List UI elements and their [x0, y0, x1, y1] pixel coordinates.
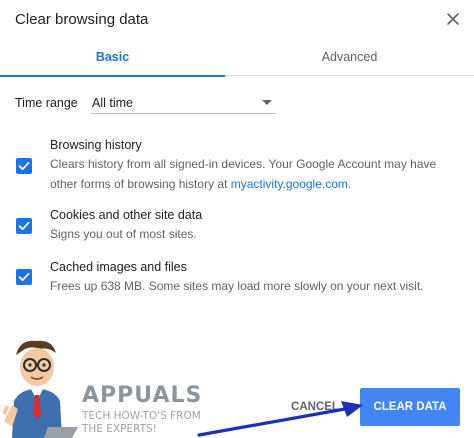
- time-range-value: All time: [92, 96, 133, 110]
- dialog-header: Clear browsing data: [0, 0, 474, 40]
- checkmark-icon: [18, 161, 30, 171]
- dialog-title: Clear browsing data: [15, 11, 149, 28]
- cookies-checkbox[interactable]: [16, 218, 32, 234]
- close-icon[interactable]: [444, 10, 462, 28]
- cached-images-checkbox[interactable]: [16, 269, 32, 285]
- clear-data-button[interactable]: CLEAR DATA: [360, 388, 460, 426]
- tab-bar: Basic Advanced: [0, 40, 474, 77]
- cached-images-description: Frees up 638 MB. Some sites may load mor…: [50, 279, 424, 293]
- annotation-arrow-icon: [197, 401, 363, 437]
- checkmark-icon: [18, 221, 30, 231]
- checkmark-icon: [18, 272, 30, 282]
- tab-advanced[interactable]: Advanced: [225, 40, 474, 76]
- myactivity-link[interactable]: myactivity.google.com: [231, 177, 348, 191]
- cookies-description: Signs you out of most sites.: [50, 227, 197, 241]
- browsing-history-title: Browsing history: [50, 138, 142, 152]
- time-range-select[interactable]: All time: [91, 92, 276, 114]
- time-range-label: Time range: [15, 96, 78, 110]
- cached-images-title: Cached images and files: [50, 260, 187, 274]
- browsing-history-checkbox[interactable]: [16, 158, 32, 174]
- browsing-history-description-suffix: .: [347, 177, 352, 191]
- clear-browsing-data-dialog: Clear browsing data Basic Advanced Time …: [0, 0, 474, 438]
- tab-basic[interactable]: Basic: [0, 40, 225, 77]
- browsing-history-description: Clears history from all signed-in device…: [50, 154, 460, 194]
- cookies-title: Cookies and other site data: [50, 208, 203, 222]
- dropdown-arrow-icon: [262, 100, 272, 105]
